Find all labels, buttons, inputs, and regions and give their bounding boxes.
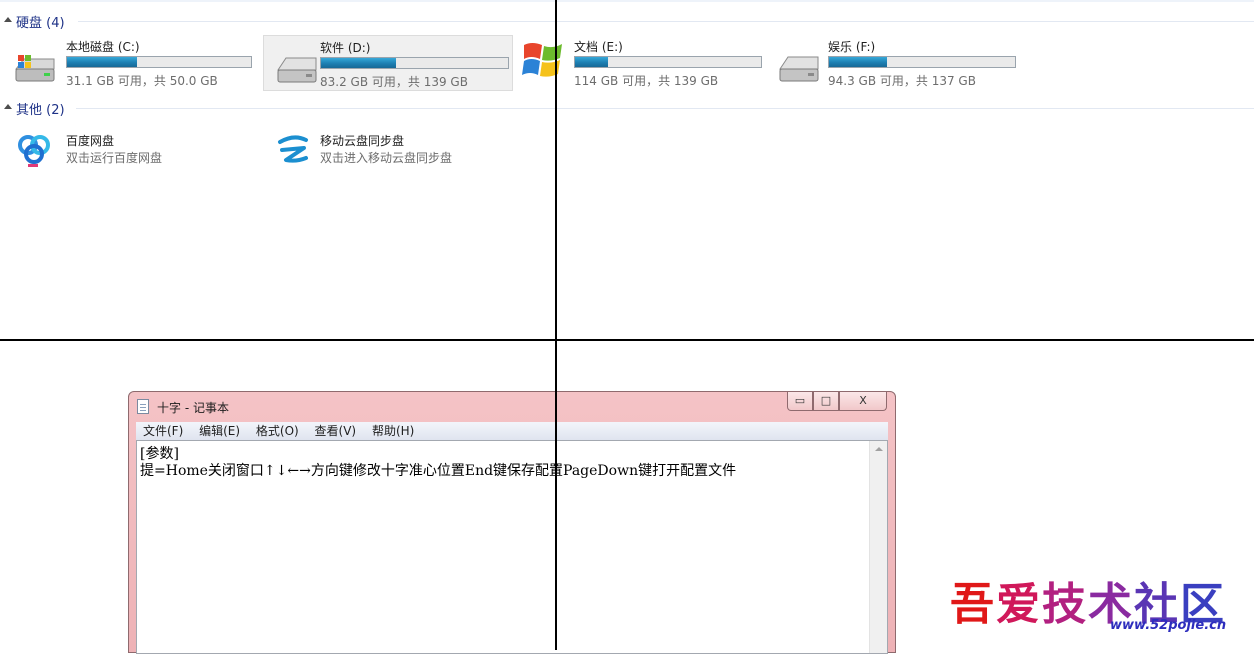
menu-file[interactable]: 文件(F) xyxy=(143,422,183,440)
item-name: 移动云盘同步盘 xyxy=(320,134,405,148)
watermark: 吾爱技术社区 www.52pojie.cn xyxy=(950,568,1250,638)
menu-help[interactable]: 帮助(H) xyxy=(372,422,414,440)
group-header-hdd[interactable]: 硬盘 (4) xyxy=(0,11,1254,31)
drive-name: 本地磁盘 (C:) xyxy=(66,40,140,54)
collapse-arrow-icon[interactable] xyxy=(4,104,12,109)
drive-tile-d[interactable]: 软件 (D:) 83.2 GB 可用，共 139 GB xyxy=(263,35,513,91)
windows-drive-icon xyxy=(14,55,55,82)
menu-view[interactable]: 查看(V) xyxy=(315,422,357,440)
watermark-url: www.52pojie.cn xyxy=(1110,618,1227,633)
capacity-fill xyxy=(321,58,396,68)
top-edge xyxy=(0,0,1254,2)
menu-edit[interactable]: 编辑(E) xyxy=(199,422,240,440)
drive-space-info: 114 GB 可用，共 139 GB xyxy=(574,74,719,88)
drive-tile-f[interactable]: 娱乐 (F:) 94.3 GB 可用，共 137 GB xyxy=(770,35,1020,91)
crosshair-vertical-line xyxy=(555,0,557,650)
minimize-button[interactable]: ▭ xyxy=(787,392,813,411)
group-header-other[interactable]: 其他 (2) xyxy=(0,98,1254,118)
capacity-bar xyxy=(828,56,1016,68)
item-name: 百度网盘 xyxy=(66,134,115,148)
other-item-mobile-cloud[interactable]: 移动云盘同步盘 双击进入移动云盘同步盘 xyxy=(254,130,504,170)
window-title: 十字 - 记事本 xyxy=(157,401,229,415)
drive-name: 娱乐 (F:) xyxy=(828,40,876,54)
hard-drive-icon xyxy=(277,57,317,83)
maximize-button[interactable]: □ xyxy=(813,392,839,411)
scroll-up-arrow-icon[interactable] xyxy=(875,447,883,451)
item-description: 双击进入移动云盘同步盘 xyxy=(320,151,453,165)
notepad-window[interactable]: 十字 - 记事本 ▭ □ X 文件(F) 编辑(E) 格式(O) 查看(V) 帮… xyxy=(128,391,896,654)
group-title: 其他 (2) xyxy=(16,103,65,118)
close-button[interactable]: X xyxy=(839,392,887,411)
capacity-bar xyxy=(66,56,252,68)
crosshair-horizontal-line xyxy=(0,339,1254,341)
collapse-arrow-icon[interactable] xyxy=(4,17,12,22)
item-description: 双击运行百度网盘 xyxy=(66,151,163,165)
drive-tile-e[interactable]: 文档 (E:) 114 GB 可用，共 139 GB xyxy=(516,35,766,91)
hard-drive-icon xyxy=(779,56,819,82)
drive-tile-c[interactable]: 本地磁盘 (C:) 31.1 GB 可用，共 50.0 GB xyxy=(2,35,252,91)
text-line: 提=Home关闭窗口↑↓←→方向键修改十字准心位置End键保存配置PageDow… xyxy=(140,463,737,479)
drive-space-info: 94.3 GB 可用，共 137 GB xyxy=(828,74,976,88)
windows-logo-icon xyxy=(522,43,562,77)
drive-name: 文档 (E:) xyxy=(574,40,623,54)
capacity-fill xyxy=(829,57,888,67)
drive-space-info: 83.2 GB 可用，共 139 GB xyxy=(320,75,468,89)
capacity-fill xyxy=(67,57,137,67)
capacity-bar xyxy=(320,57,509,69)
capacity-fill xyxy=(575,57,609,67)
menu-format[interactable]: 格式(O) xyxy=(256,422,299,440)
group-title: 硬盘 (4) xyxy=(16,16,65,31)
drive-name: 软件 (D:) xyxy=(320,41,371,55)
notepad-icon xyxy=(137,399,149,414)
drive-space-info: 31.1 GB 可用，共 50.0 GB xyxy=(66,74,218,88)
capacity-bar xyxy=(574,56,762,68)
baidu-netdisk-icon xyxy=(18,135,50,167)
vertical-scrollbar[interactable] xyxy=(869,441,887,653)
menu-bar: 文件(F) 编辑(E) 格式(O) 查看(V) 帮助(H) xyxy=(136,422,888,440)
other-item-baidu[interactable]: 百度网盘 双击运行百度网盘 xyxy=(0,130,250,170)
text-editor[interactable]: [参数] 提=Home关闭窗口↑↓←→方向键修改十字准心位置End键保存配置Pa… xyxy=(136,440,888,654)
group-divider xyxy=(78,21,1254,22)
group-divider xyxy=(76,108,1254,109)
mobile-cloud-icon xyxy=(278,135,308,163)
